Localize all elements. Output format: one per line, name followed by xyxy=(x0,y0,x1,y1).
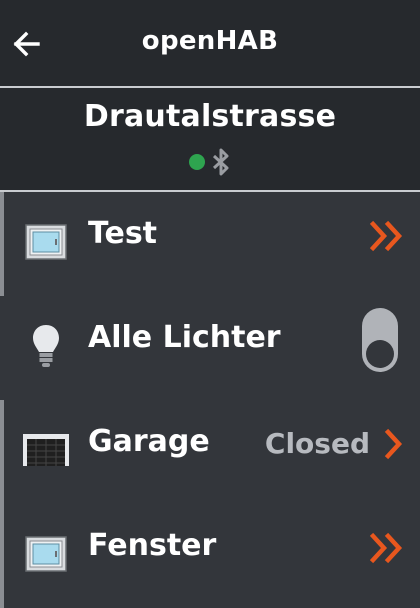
location-title: Drautalstrasse xyxy=(83,99,337,134)
connection-status xyxy=(0,148,420,176)
item-label: Fenster xyxy=(88,528,217,563)
item-label: Test xyxy=(88,216,158,251)
list-item-test[interactable]: Test xyxy=(0,192,420,296)
open-details-button[interactable] xyxy=(384,422,404,466)
open-details-button[interactable] xyxy=(370,526,404,570)
bluetooth-icon xyxy=(212,148,229,176)
row-accent xyxy=(0,400,4,504)
location-header: Drautalstrasse xyxy=(0,88,420,190)
double-chevron-right-icon xyxy=(370,220,403,252)
lights-switch[interactable] xyxy=(362,308,398,372)
list-item-alle-lichter[interactable]: Alle Lichter xyxy=(0,296,420,400)
row-accent xyxy=(0,192,4,296)
list-item-garage[interactable]: Garage Closed xyxy=(0,400,420,504)
row-accent xyxy=(0,504,4,608)
online-status-dot xyxy=(189,154,205,170)
app-bar: openHAB xyxy=(0,0,420,86)
app-title: openHAB xyxy=(141,26,279,56)
garage-state: Closed xyxy=(264,427,370,460)
item-label: Alle Lichter xyxy=(88,320,281,355)
double-chevron-right-icon xyxy=(370,532,403,564)
chevron-right-icon xyxy=(384,428,403,460)
item-label: Garage xyxy=(88,424,210,459)
switch-knob xyxy=(366,340,394,368)
open-details-button[interactable] xyxy=(370,214,404,258)
list-item-fenster[interactable]: Fenster xyxy=(0,504,420,608)
lightbulb-icon xyxy=(22,322,70,370)
garage-door-icon xyxy=(22,426,70,474)
window-icon xyxy=(22,218,70,266)
window-icon xyxy=(22,530,70,578)
item-list: Test Alle Lichter Garage Closed Fenster xyxy=(0,192,420,608)
